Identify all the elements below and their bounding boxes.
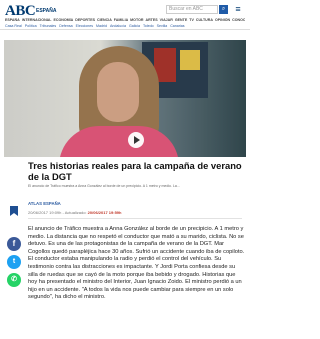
hamburger-menu-icon[interactable]: ≡ [232,5,244,14]
secondary-nav-item[interactable]: Tribunales [40,24,57,28]
primary-nav: ESPAÑA INTERNACIONAL ECONOMÍA DEPORTES CIENC… [5,18,245,23]
primary-nav-item[interactable]: FAMILIA [114,18,128,22]
play-button[interactable] [128,132,144,148]
video-frame-overlay [4,40,246,157]
primary-nav-item[interactable]: CIENCIA [97,18,112,22]
section-logo-label[interactable]: ESPAÑA [36,8,56,14]
primary-nav-item[interactable]: MOTOR [130,18,143,22]
secondary-nav-item[interactable]: Andalucía [110,24,126,28]
facebook-share-button[interactable]: f [7,237,21,251]
play-icon [134,136,140,144]
primary-nav-item[interactable]: ECONOMÍA [53,18,73,22]
primary-nav-item[interactable]: CONOCER [232,18,245,22]
secondary-nav-item[interactable]: Canarias [170,24,184,28]
primary-nav-item[interactable]: OPINIÓN [215,18,230,22]
article-body: El anuncio de Tráfico muestra a Anna Gon… [28,226,245,301]
primary-nav-item[interactable]: ESPAÑA [5,18,20,22]
abc-logo[interactable]: ABC [5,4,36,19]
primary-nav-item[interactable]: ARTES [145,18,157,22]
search-input[interactable]: Buscar en ABC [166,5,218,14]
secondary-nav: Casa Real Política Tribunales Defensa Elecci… [5,24,245,29]
primary-nav-item[interactable]: GENTE [175,18,187,22]
secondary-nav-item[interactable]: Elecciones [76,24,93,28]
primary-nav-item[interactable]: DEPORTES [75,18,95,22]
site-header: ABC ESPAÑA Buscar en ABC ⌕ ≡ ESPAÑA INTER… [0,0,250,30]
publish-date: 20/06/2017 19:09h [28,210,62,215]
primary-nav-item[interactable]: INTERNACIONAL [22,18,52,22]
article-title: Tres historias reales para la campaña de… [28,160,242,182]
secondary-nav-item[interactable]: Casa Real [5,24,22,28]
secondary-nav-item[interactable]: Sevilla [157,24,168,28]
twitter-share-button[interactable]: t [7,255,21,269]
secondary-nav-item[interactable]: Política [25,24,37,28]
secondary-nav-item[interactable]: Toledo [143,24,154,28]
updated-label: Actualizado: [64,210,87,215]
search-icon[interactable]: ⌕ [219,5,228,14]
meta-divider [28,218,242,219]
secondary-nav-item[interactable]: Defensa [59,24,72,28]
primary-nav-item[interactable]: VIAJAR [160,18,173,22]
video-player[interactable] [4,40,246,157]
video-caption: El anuncio de Tráfico muestra a Anna Gon… [28,184,180,188]
primary-nav-item[interactable]: CULTURA [196,18,213,22]
secondary-nav-item[interactable]: Madrid [96,24,107,28]
whatsapp-share-button[interactable]: ✆ [7,273,21,287]
updated-date: 20/06/2017 19:59h [87,210,122,215]
primary-nav-item[interactable]: TV [189,18,194,22]
bookmark-icon[interactable] [10,206,18,216]
article-meta: 20/06/2017 19:09h - Actualizado: 20/06/2… [28,210,122,215]
secondary-nav-item[interactable]: Galicia [129,24,140,28]
section-link[interactable]: ATLAS ESPAÑA [28,201,61,206]
